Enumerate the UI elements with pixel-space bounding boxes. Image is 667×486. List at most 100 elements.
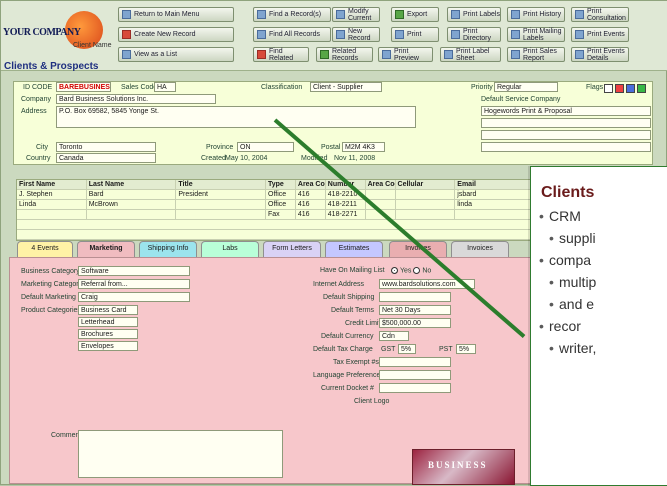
- preview-icon: [382, 50, 391, 59]
- print-icon: [395, 30, 404, 39]
- tab-shipping-info[interactable]: Shipping Info: [139, 241, 197, 257]
- printer-icon: [511, 50, 520, 59]
- view-as-list-button[interactable]: View as a List: [118, 47, 234, 62]
- flag-green-icon[interactable]: [637, 84, 646, 93]
- country-field[interactable]: Canada: [56, 153, 156, 163]
- tab-events[interactable]: 4 Events: [17, 241, 73, 257]
- mailing-list-options[interactable]: Yes No: [391, 267, 431, 274]
- related-records-button[interactable]: Related Records: [316, 47, 373, 62]
- tab-form-letters[interactable]: Form Letters: [263, 241, 321, 257]
- service-line-3[interactable]: [481, 130, 651, 140]
- print-directory-button[interactable]: Print Directory: [447, 27, 501, 42]
- classification-label: Classification: [261, 84, 303, 91]
- find-related-button[interactable]: Find Related: [253, 47, 309, 62]
- gst-label: GST: [381, 346, 396, 353]
- id-code-field[interactable]: BAREBUSINES: [56, 82, 111, 92]
- language-field[interactable]: [379, 370, 451, 380]
- product-category-item[interactable]: Envelopes: [78, 341, 138, 351]
- current-docket-field[interactable]: [379, 383, 451, 393]
- gst-rate-field[interactable]: 5%: [398, 344, 416, 354]
- print-history-button[interactable]: Print History: [507, 7, 565, 22]
- default-service-field[interactable]: Hogewords Print & Proposal: [481, 106, 651, 116]
- printer-icon: [444, 50, 453, 59]
- service-line-4[interactable]: [481, 142, 651, 152]
- print-consultation-button[interactable]: Print Consultation: [571, 7, 629, 22]
- flag-blue-icon[interactable]: [626, 84, 635, 93]
- yes-radio[interactable]: [391, 267, 398, 274]
- product-category-item[interactable]: Brochures: [78, 329, 138, 339]
- new-record-button[interactable]: New Record: [332, 27, 380, 42]
- print-events-details-button[interactable]: Print Events Details: [571, 47, 629, 62]
- flag-white-icon[interactable]: [604, 84, 613, 93]
- printer-icon: [511, 30, 520, 39]
- business-category-field[interactable]: Software: [78, 266, 190, 276]
- print-label-sheet-button[interactable]: Print Label Sheet: [440, 47, 501, 62]
- default-shipping-field[interactable]: [379, 292, 451, 302]
- credit-limit-field[interactable]: $500,000.00: [379, 318, 451, 328]
- printer-icon: [451, 30, 460, 39]
- print-mailing-labels-button[interactable]: Print Mailing Labels: [507, 27, 565, 42]
- table-row[interactable]: Fax 416 418-2271: [17, 210, 531, 220]
- tax-exempt-field[interactable]: [379, 357, 451, 367]
- default-marketing-label: Default Marketing: [21, 294, 76, 301]
- priority-field[interactable]: Regular: [494, 82, 558, 92]
- address-label: Address: [21, 108, 47, 115]
- table-row[interactable]: J. Stephen Bard President Office 416 418-2210…: [17, 190, 531, 200]
- print-labels-button[interactable]: Print Labels: [447, 7, 501, 22]
- flag-swatches[interactable]: [604, 84, 646, 93]
- table-row[interactable]: [17, 230, 531, 240]
- tab-invoices-2[interactable]: Invoices: [451, 241, 509, 257]
- export-button[interactable]: Export: [391, 7, 439, 22]
- service-line-2[interactable]: [481, 118, 651, 128]
- default-currency-field[interactable]: Cdn: [379, 331, 409, 341]
- marketing-category-field[interactable]: Referral from...: [78, 279, 190, 289]
- tab-marketing[interactable]: Marketing: [77, 241, 135, 257]
- client-logo-image: BUSINESS: [412, 449, 515, 485]
- product-category-item[interactable]: Business Card: [78, 305, 138, 315]
- tab-labs[interactable]: Labs: [201, 241, 259, 257]
- province-field[interactable]: ON: [237, 142, 294, 152]
- pst-rate-field[interactable]: 5%: [456, 344, 476, 354]
- print-button[interactable]: Print: [391, 27, 439, 42]
- classification-field[interactable]: Client - Supplier: [310, 82, 382, 92]
- default-currency-label: Default Currency: [321, 333, 374, 340]
- callout-bullet-line: and e: [549, 293, 594, 315]
- column-header: Area Code: [367, 180, 396, 189]
- address-field[interactable]: P.O. Box 69582, 5845 Yonge St.: [56, 106, 416, 128]
- callout-bullet: recor: [539, 315, 581, 337]
- comments-field[interactable]: [78, 430, 283, 478]
- flags-label: Flags: [586, 84, 604, 91]
- id-code-label: ID CODE: [23, 84, 53, 91]
- print-events-button[interactable]: Print Events: [571, 27, 629, 42]
- column-header: Area Code: [297, 180, 326, 189]
- table-row[interactable]: [17, 220, 531, 230]
- created-label: Created: [201, 155, 226, 162]
- new-record-icon: [122, 30, 131, 39]
- find-record-button[interactable]: Find a Record(s): [253, 7, 331, 22]
- default-terms-label: Default Terms: [331, 307, 375, 314]
- sales-code-field[interactable]: HA: [154, 82, 176, 92]
- table-row[interactable]: Linda McBrown Office 416 418-2211 linda: [17, 200, 531, 210]
- tab-estimates[interactable]: Estimates: [325, 241, 383, 257]
- company-field[interactable]: Bard Business Solutions Inc.: [56, 94, 216, 104]
- find-all-records-button[interactable]: Find All Records: [253, 27, 331, 42]
- column-header: Last Name: [87, 180, 177, 189]
- create-new-record-button[interactable]: Create New Record: [118, 27, 234, 42]
- callout-bullet-line: writer,: [549, 337, 596, 359]
- flag-red-icon[interactable]: [615, 84, 624, 93]
- callout-title: Clients: [541, 184, 595, 201]
- callout-bullet: CRM: [539, 205, 581, 227]
- no-radio[interactable]: [413, 267, 421, 274]
- contacts-header-row: First Name Last Name Title Type Area Cod…: [17, 180, 531, 190]
- top-toolbar-area: YOUR COMPANY Client Name Clients & Prosp…: [1, 1, 667, 72]
- city-field[interactable]: Toronto: [56, 142, 156, 152]
- default-terms-field[interactable]: Net 30 Days: [379, 305, 451, 315]
- return-main-menu-button[interactable]: Return to Main Menu: [118, 7, 234, 22]
- print-preview-button[interactable]: Print Preview: [378, 47, 433, 62]
- modify-current-button[interactable]: Modify Current: [332, 7, 380, 22]
- list-icon: [122, 50, 131, 59]
- product-category-item[interactable]: Letterhead: [78, 317, 138, 327]
- postal-field[interactable]: M2M 4K3: [342, 142, 385, 152]
- print-sales-report-button[interactable]: Print Sales Report: [507, 47, 565, 62]
- default-marketing-field[interactable]: Craig: [78, 292, 190, 302]
